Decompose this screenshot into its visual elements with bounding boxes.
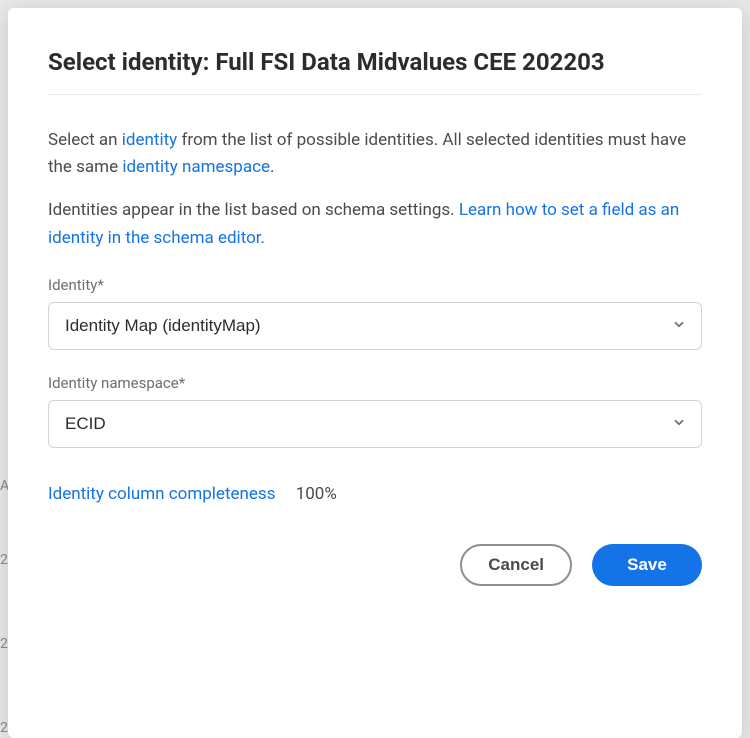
save-button[interactable]: Save (592, 544, 702, 586)
select-identity-dialog: Select identity: Full FSI Data Midvalues… (8, 8, 742, 738)
dialog-content: Select an identity from the list of poss… (48, 95, 702, 698)
identity-select-value: Identity Map (identityMap) (65, 316, 261, 336)
namespace-label: Identity namespace* (48, 374, 702, 392)
namespace-field-group: Identity namespace* ECID (48, 374, 702, 448)
completeness-row: Identity column completeness 100% (48, 484, 702, 504)
identity-field-group: Identity* Identity Map (identityMap) (48, 276, 702, 350)
completeness-value: 100% (296, 484, 337, 504)
dialog-title: Select identity: Full FSI Data Midvalues… (48, 48, 702, 95)
namespace-select-wrap: ECID (48, 400, 702, 448)
namespace-select-value: ECID (65, 414, 106, 434)
completeness-link[interactable]: Identity column completeness (48, 484, 275, 504)
identity-select[interactable]: Identity Map (identityMap) (48, 302, 702, 350)
dialog-footer: Cancel Save (48, 544, 702, 586)
namespace-select[interactable]: ECID (48, 400, 702, 448)
cancel-button[interactable]: Cancel (460, 544, 572, 586)
identity-link[interactable]: identity (122, 130, 177, 150)
description-paragraph-2: Identities appear in the list based on s… (48, 197, 702, 251)
identity-label: Identity* (48, 276, 702, 294)
description-paragraph-1: Select an identity from the list of poss… (48, 127, 702, 181)
identity-select-wrap: Identity Map (identityMap) (48, 302, 702, 350)
identity-namespace-link[interactable]: identity namespace (122, 157, 270, 177)
